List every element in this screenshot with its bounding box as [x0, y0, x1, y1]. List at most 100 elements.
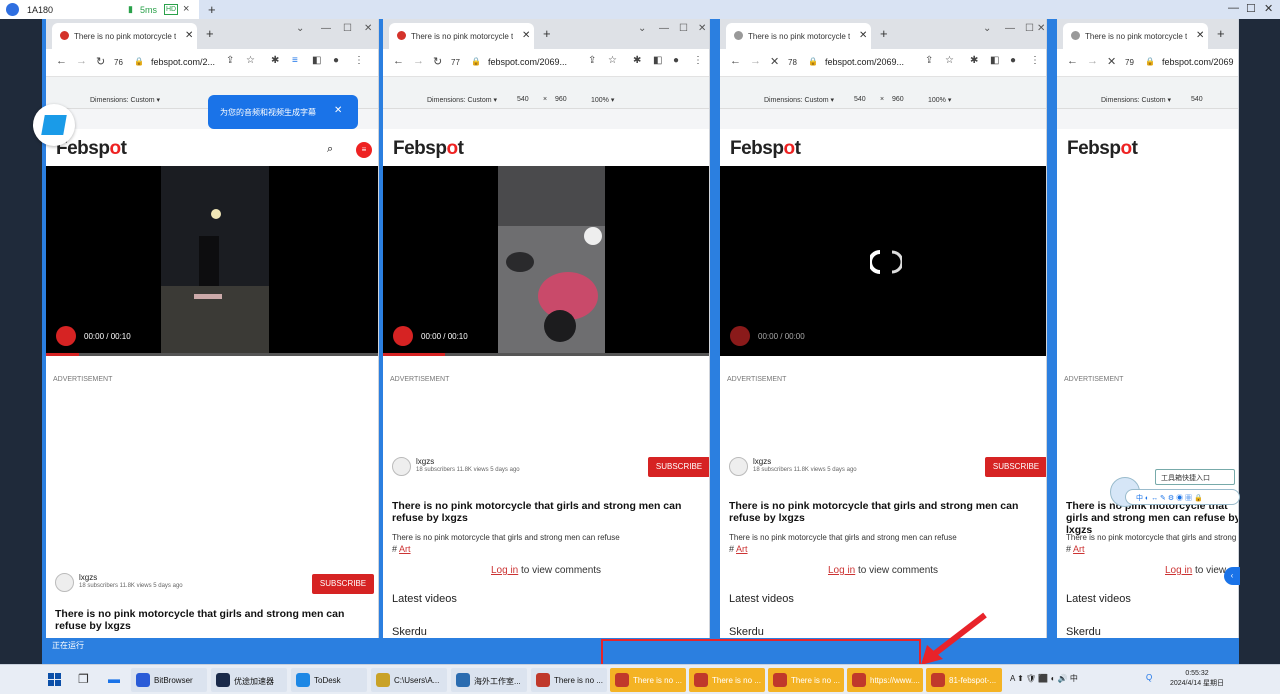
taskbar-app-2[interactable]: 优途加速器 [211, 668, 287, 692]
profile-icon[interactable]: ● [333, 55, 339, 66]
subscribe-button[interactable]: SUBSCRIBE [648, 457, 709, 477]
forward-icon[interactable]: → [1087, 55, 1098, 67]
url-field[interactable]: febspot.com/2069... [825, 57, 904, 67]
play-button[interactable] [393, 326, 413, 346]
lock-icon[interactable]: 🔒 [808, 57, 818, 66]
chevron-left-icon[interactable]: ‹ [1224, 567, 1240, 585]
avatar[interactable] [729, 457, 748, 476]
minimize-icon[interactable]: — [659, 23, 669, 34]
tag-link[interactable]: Art [736, 544, 748, 554]
chevron-down-icon[interactable]: ⌄ [983, 23, 991, 34]
remote-session-tab[interactable]: 1A180 ▮ 5ms HD × [0, 0, 199, 19]
pause-button[interactable] [56, 326, 76, 346]
channel-name[interactable]: lxgzs [79, 573, 97, 582]
lock-icon[interactable]: 🔒 [471, 57, 481, 66]
close-window-icon[interactable]: ✕ [1037, 23, 1045, 34]
browser-tab[interactable]: There is no pink motorcycle t ✕ [726, 23, 871, 49]
channel-name[interactable]: lxgzs [416, 457, 434, 466]
forward-icon[interactable]: → [76, 55, 87, 67]
extensions-icon[interactable]: ✱ [970, 55, 978, 66]
subscribe-button[interactable]: SUBSCRIBE [985, 457, 1046, 477]
new-tab-icon[interactable]: + [543, 26, 551, 41]
new-tab-icon[interactable]: + [1217, 26, 1225, 41]
menu-icon[interactable]: ≡ [356, 142, 372, 158]
taskbar-app-7[interactable]: There is no ... [610, 668, 686, 692]
chevron-down-icon[interactable]: ⌄ [296, 23, 304, 34]
new-tab-icon[interactable]: + [206, 26, 214, 41]
system-tray[interactable]: A ⬆ 🛡 ⬛ ◐ 🔊 中 [1010, 673, 1078, 684]
febspot-logo[interactable]: Febspot [730, 138, 801, 160]
maximize-icon[interactable]: ☐ [1246, 2, 1256, 15]
url-field[interactable]: febspot.com/2... [151, 57, 215, 67]
taskbar-app-4[interactable]: C:\Users\A... [371, 668, 447, 692]
tag-link[interactable]: Art [1073, 544, 1085, 554]
share-icon[interactable]: ⇪ [226, 55, 234, 66]
video-progress[interactable] [46, 353, 378, 356]
minimize-icon[interactable]: — [1005, 23, 1015, 34]
height-field[interactable]: 960 [892, 96, 904, 103]
browser-tab[interactable]: There is no pink motorcycle t ✕ [52, 23, 197, 49]
star-icon[interactable]: ☆ [246, 55, 255, 66]
extensions-icon[interactable]: ✱ [271, 55, 279, 66]
qq-icon[interactable]: Q [1146, 673, 1152, 682]
back-icon[interactable]: ← [393, 55, 404, 67]
close-window-icon[interactable]: ✕ [364, 23, 372, 34]
tag-link[interactable]: Art [399, 544, 411, 554]
close-icon[interactable]: ✕ [522, 30, 530, 41]
minimize-icon[interactable]: — [1228, 2, 1239, 14]
dimensions-select[interactable]: Dimensions: Custom ▾ [90, 96, 160, 104]
profile-icon[interactable]: ● [1010, 55, 1016, 66]
lock-icon[interactable]: 🔒 [134, 57, 144, 66]
clock[interactable]: 0:55:32 2024/4/14 星期日 [1167, 669, 1227, 689]
close-icon[interactable]: ✕ [334, 105, 342, 116]
close-icon[interactable]: ✕ [859, 30, 867, 41]
back-icon[interactable]: ← [730, 55, 741, 67]
menu-icon[interactable]: ⋮ [693, 55, 703, 66]
dimensions-select[interactable]: Dimensions: Custom ▾ [427, 96, 497, 104]
video-player[interactable]: 00:00 / 00:10 [46, 166, 378, 356]
sidepanel-icon[interactable]: ◧ [990, 55, 999, 66]
channel-name[interactable]: lxgzs [753, 457, 771, 466]
forward-icon[interactable]: → [413, 55, 424, 67]
browser-tab[interactable]: There is no pink motorcycle t ✕ [389, 23, 534, 49]
login-link[interactable]: Log in [491, 565, 518, 576]
video-item-title[interactable]: Skerdu [392, 626, 427, 638]
width-field[interactable]: 540 [517, 96, 529, 103]
taskbar-app-1[interactable]: BitBrowser [131, 668, 207, 692]
febspot-logo[interactable]: Febspot [1067, 138, 1138, 160]
play-button[interactable] [730, 326, 750, 346]
video-player[interactable]: 00:00 / 00:00 [720, 166, 1046, 356]
taskbar-app-5[interactable]: 海外工作室... [451, 668, 527, 692]
taskbar-app-6[interactable]: There is no ... [531, 668, 607, 692]
sidepanel-icon[interactable]: ◧ [653, 55, 662, 66]
windows-start-icon[interactable] [48, 673, 62, 687]
subscribe-button[interactable]: SUBSCRIBE [312, 574, 374, 594]
reload-icon[interactable]: ↻ [433, 55, 442, 68]
stop-icon[interactable]: ✕ [770, 55, 779, 68]
minimize-icon[interactable]: — [321, 23, 331, 34]
star-icon[interactable]: ☆ [608, 55, 617, 66]
dimensions-select[interactable]: Dimensions: Custom ▾ [764, 96, 834, 104]
maximize-icon[interactable]: ☐ [679, 23, 688, 34]
profile-icon[interactable]: ● [673, 55, 679, 66]
toolbox-bar[interactable]: 中 ◐ ↔ ✎ ⚙ ◉ ▦ 🔒 [1125, 489, 1240, 505]
lock-icon[interactable]: 🔒 [1145, 57, 1155, 66]
avatar[interactable] [392, 457, 411, 476]
video-player[interactable]: 00:00 / 00:10 [383, 166, 709, 356]
chevron-down-icon[interactable]: ⌄ [638, 23, 646, 34]
zoom-select[interactable]: 100% ▾ [928, 96, 951, 104]
height-field[interactable]: 960 [555, 96, 567, 103]
star-icon[interactable]: ☆ [945, 55, 954, 66]
close-icon[interactable]: × [183, 3, 189, 15]
back-icon[interactable]: ← [56, 55, 67, 67]
taskbar-app-3[interactable]: ToDesk [291, 668, 367, 692]
video-item-title[interactable]: Skerdu [1066, 626, 1101, 638]
maximize-icon[interactable]: ☐ [343, 23, 352, 34]
browser-tab[interactable]: There is no pink motorcycle t ✕ [1063, 23, 1208, 49]
taskbar-app-8[interactable]: There is no ... [689, 668, 765, 692]
menu-icon[interactable]: ⋮ [354, 55, 364, 66]
width-field[interactable]: 540 [1191, 96, 1203, 103]
login-link[interactable]: Log in [828, 565, 855, 576]
close-window-icon[interactable]: ✕ [698, 23, 706, 34]
share-icon[interactable]: ⇪ [588, 55, 596, 66]
